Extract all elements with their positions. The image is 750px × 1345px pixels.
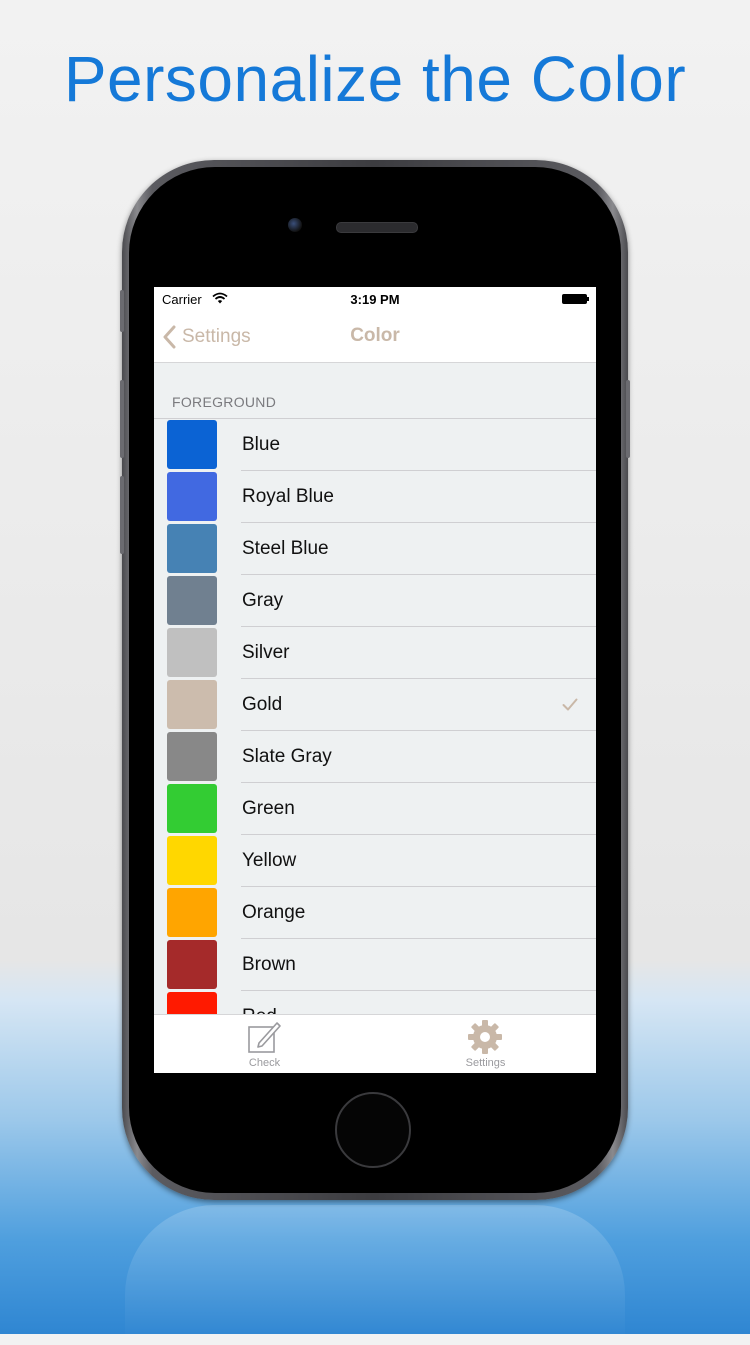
tab-check[interactable]: Check bbox=[154, 1015, 375, 1073]
tab-settings-label: Settings bbox=[465, 1057, 506, 1069]
color-row-label: Gray bbox=[242, 590, 284, 611]
color-row[interactable]: Green bbox=[154, 783, 596, 835]
color-swatch bbox=[167, 888, 217, 937]
color-row-label: Gold bbox=[242, 694, 283, 715]
color-row-label: Orange bbox=[242, 902, 306, 923]
color-row-label: Silver bbox=[242, 642, 290, 663]
color-swatch bbox=[167, 680, 217, 729]
checkmark-icon bbox=[562, 698, 578, 711]
color-row[interactable]: Gray bbox=[154, 575, 596, 627]
color-swatch bbox=[167, 420, 217, 469]
volume-up-button bbox=[120, 380, 124, 458]
color-row-label: Yellow bbox=[242, 850, 297, 871]
page-title: Color bbox=[350, 325, 400, 346]
color-row-label: Steel Blue bbox=[242, 538, 329, 559]
color-row[interactable]: Steel Blue bbox=[154, 523, 596, 575]
color-list: Blue Royal Blue Steel Blue Gray Silver Gold Sl… bbox=[154, 418, 596, 1043]
color-row[interactable]: Silver bbox=[154, 627, 596, 679]
color-row-label: Slate Gray bbox=[242, 746, 332, 767]
color-swatch bbox=[167, 524, 217, 573]
color-swatch bbox=[167, 472, 217, 521]
color-row[interactable]: Gold bbox=[154, 679, 596, 731]
gear-icon bbox=[468, 1020, 502, 1054]
battery-icon bbox=[562, 294, 589, 304]
color-swatch bbox=[167, 732, 217, 781]
color-row[interactable]: Brown bbox=[154, 939, 596, 991]
tab-settings[interactable]: Settings bbox=[375, 1015, 596, 1073]
tab-bar: Check Settings bbox=[154, 1014, 596, 1073]
home-button[interactable] bbox=[335, 1092, 411, 1168]
volume-down-button bbox=[120, 476, 124, 554]
section-header-foreground: FOREGROUND bbox=[172, 394, 277, 410]
compose-icon bbox=[248, 1022, 281, 1053]
color-swatch bbox=[167, 628, 217, 677]
color-row-label: Royal Blue bbox=[242, 486, 334, 507]
color-swatch bbox=[167, 576, 217, 625]
power-button bbox=[626, 380, 630, 458]
color-swatch bbox=[167, 784, 217, 833]
silent-switch bbox=[120, 290, 124, 332]
color-row[interactable]: Royal Blue bbox=[154, 471, 596, 523]
color-row[interactable]: Blue bbox=[154, 419, 596, 471]
color-row[interactable]: Orange bbox=[154, 887, 596, 939]
color-row[interactable]: Yellow bbox=[154, 835, 596, 887]
status-time: 3:19 PM bbox=[350, 292, 400, 307]
navigation-bar: Settings Color bbox=[154, 311, 596, 363]
color-swatch bbox=[167, 940, 217, 989]
earpiece-speaker bbox=[336, 222, 418, 233]
color-swatch bbox=[167, 836, 217, 885]
phone-reflection bbox=[125, 1205, 625, 1345]
color-row[interactable]: Slate Gray bbox=[154, 731, 596, 783]
status-bar: Carrier 3:19 PM bbox=[154, 287, 596, 311]
tab-check-label: Check bbox=[248, 1057, 281, 1069]
color-row-label: Brown bbox=[242, 954, 296, 975]
front-camera bbox=[288, 218, 302, 232]
color-row-label: Green bbox=[242, 798, 295, 819]
color-row-label: Blue bbox=[242, 434, 281, 455]
headline: Personalize the Color bbox=[63, 43, 687, 115]
app-screen: Carrier 3:19 PM Settings Color FOREGROUN… bbox=[154, 287, 596, 1073]
